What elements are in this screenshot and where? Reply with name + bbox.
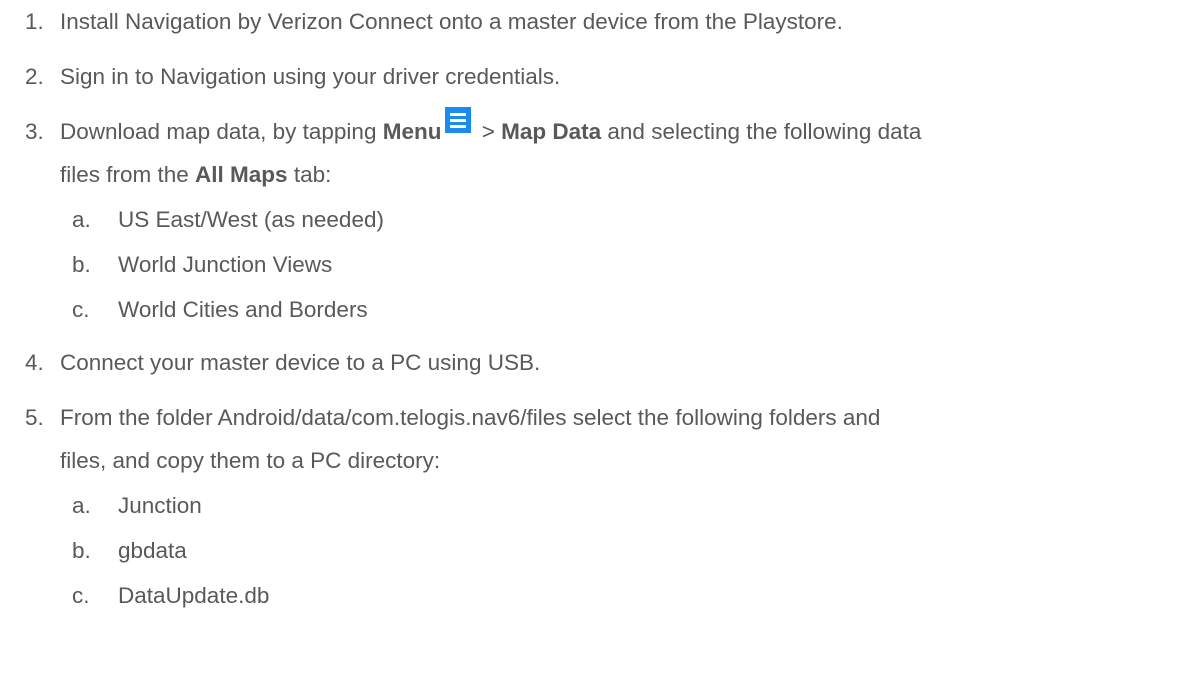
sub-step-letter: a. [72, 493, 91, 518]
step-text: Sign in to Navigation using your driver … [60, 64, 561, 89]
step-text: From the folder Android/data/com.telogis… [60, 405, 881, 430]
sub-step-letter: c. [72, 583, 90, 608]
step-number: 4. [25, 350, 44, 375]
sub-step-letter: b. [72, 538, 91, 563]
sub-step-letter: c. [72, 297, 90, 322]
step-text: files, and copy them to a PC directory: [60, 448, 441, 473]
step-text-segment: and selecting the following data [601, 119, 922, 144]
step-number: 1. [25, 9, 44, 34]
step-text: Download map data, by tapping Menu > Map… [60, 107, 922, 152]
step-number: 2. [25, 64, 44, 89]
step-text-segment: Download map data, by tapping [60, 119, 383, 144]
step-text: Install Navigation by Verizon Connect on… [60, 9, 843, 34]
sub-step-text: Junction [118, 493, 202, 518]
sub-step-text: World Cities and Borders [118, 297, 368, 322]
step-text: files from the All Maps tab: [60, 155, 331, 195]
sub-step-text: US East/West (as needed) [118, 207, 384, 232]
hamburger-menu-icon [445, 107, 472, 133]
step-number: 3. [25, 119, 44, 144]
sub-step-text: World Junction Views [118, 252, 333, 277]
all-maps-label: All Maps [195, 162, 288, 187]
sub-step-letter: a. [72, 207, 91, 232]
map-data-label: Map Data [501, 119, 602, 144]
step-number: 5. [25, 405, 44, 430]
step-text-segment: files from the [60, 162, 196, 187]
sub-step-letter: b. [72, 252, 91, 277]
instructions-document: 1. Install Navigation by Verizon Connect… [0, 0, 1193, 676]
menu-label: Menu [382, 119, 442, 144]
step-text-segment: > [475, 119, 502, 144]
step-text: Connect your master device to a PC using… [60, 350, 541, 375]
sub-step-text: DataUpdate.db [118, 583, 270, 608]
sub-step-text: gbdata [118, 538, 187, 563]
step-text-segment: tab: [287, 162, 332, 187]
